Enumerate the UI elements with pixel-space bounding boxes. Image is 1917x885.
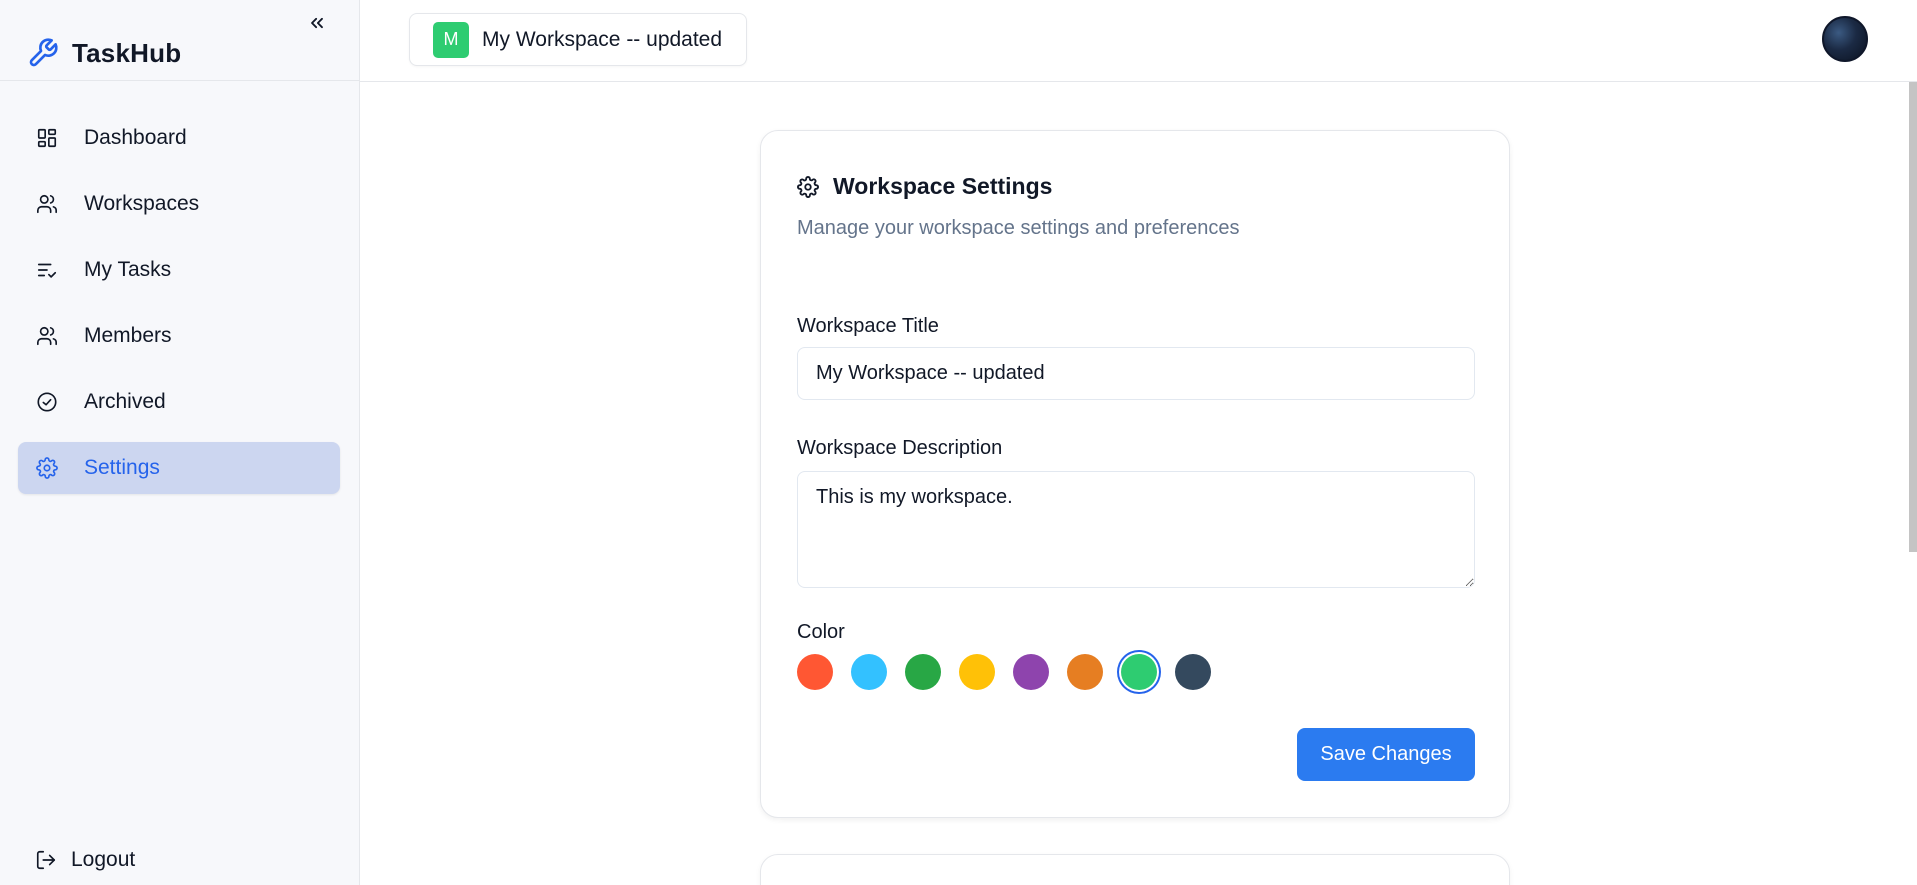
page-subtitle: Manage your workspace settings and prefe… [797,217,1240,239]
workspace-name: My Workspace -- updated [482,27,723,51]
sidebar-item-label: Settings [84,456,160,479]
page-title: Workspace Settings [833,173,1053,199]
sidebar-nav: Dashboard Workspaces My Tasks Members Ar… [18,112,340,508]
layout-dashboard-icon [35,126,59,150]
list-check-icon [35,258,59,282]
logout-icon [36,850,56,870]
sidebar-item-label: Archived [84,390,166,413]
sidebar-item-archived[interactable]: Archived [18,376,340,428]
users-icon [35,324,59,348]
gear-icon [35,456,59,480]
workspace-settings-card: Workspace Settings Manage your workspace… [760,130,1510,818]
card-header: Workspace Settings [797,173,1052,200]
sidebar: TaskHub Dashboard Workspaces My Tasks Me… [0,0,360,885]
users-icon [35,192,59,216]
workspace-badge: M [433,21,469,58]
color-swatch-emerald[interactable] [1121,654,1157,690]
secondary-settings-card [760,854,1510,885]
sidebar-item-label: My Tasks [84,258,172,281]
color-label: Color [797,621,845,643]
chevrons-left-icon [311,17,323,29]
color-swatch-purple[interactable] [1013,654,1049,690]
color-swatch-slate[interactable] [1175,654,1211,690]
sidebar-item-dashboard[interactable]: Dashboard [18,112,340,164]
color-picker [797,654,1211,690]
sidebar-item-label: Members [84,324,172,347]
avatar[interactable] [1822,16,1868,62]
sidebar-item-members[interactable]: Members [18,310,340,362]
app-root: TaskHub Dashboard Workspaces My Tasks Me… [0,0,1917,885]
sidebar-item-workspaces[interactable]: Workspaces [18,178,340,230]
workspace-title-input[interactable] [797,347,1475,400]
color-swatch-yellow[interactable] [959,654,995,690]
logout-button[interactable]: Logout [35,848,135,872]
sidebar-item-settings[interactable]: Settings [18,442,340,494]
brand[interactable]: TaskHub [26,36,181,70]
gear-icon [797,175,819,198]
sidebar-header: TaskHub [0,0,359,81]
color-swatch-red[interactable] [797,654,833,690]
main-content: Workspace Settings Manage your workspace… [360,82,1917,885]
logout-label: Logout [71,848,136,871]
color-swatch-sky-blue[interactable] [851,654,887,690]
color-swatch-green[interactable] [905,654,941,690]
topbar: M My Workspace -- updated [360,0,1917,82]
wrench-icon [26,36,60,70]
scrollbar[interactable] [1909,82,1917,552]
workspace-description-textarea[interactable]: This is my workspace. [797,471,1475,588]
workspace-description-label: Workspace Description [797,437,1003,459]
collapse-sidebar-button[interactable] [304,10,330,36]
sidebar-item-my-tasks[interactable]: My Tasks [18,244,340,296]
check-circle-icon [35,390,59,414]
sidebar-item-label: Dashboard [84,126,187,149]
app-name: TaskHub [72,37,182,68]
save-changes-button[interactable]: Save Changes [1297,728,1475,781]
workspace-title-label: Workspace Title [797,315,939,337]
workspace-selector[interactable]: M My Workspace -- updated [409,13,748,66]
sidebar-item-label: Workspaces [84,192,200,215]
color-swatch-orange[interactable] [1067,654,1103,690]
